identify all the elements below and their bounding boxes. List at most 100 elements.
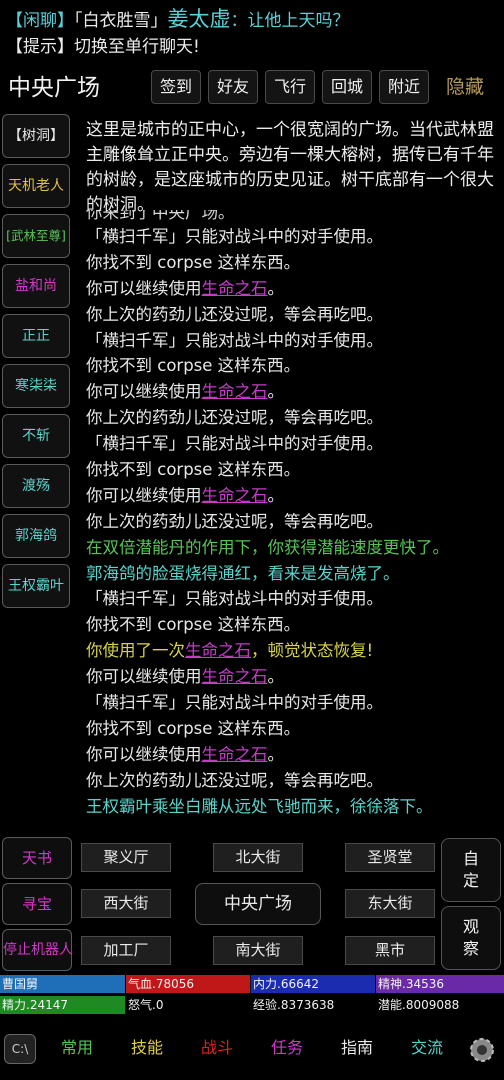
npc-button[interactable]: 寒柒柒 — [2, 364, 70, 408]
log-text: 你可以继续使用 — [86, 485, 202, 505]
custom-button[interactable]: 自 定 — [441, 838, 501, 902]
log-line: 你来到了中央广场。 — [86, 210, 235, 222]
item-link[interactable]: 生命之石 — [202, 667, 268, 686]
log-line: 你上次的药劲儿还没过呢，等会再吃吧。 — [86, 302, 500, 328]
npc-button[interactable]: 王权霸叶 — [2, 564, 70, 608]
log-text: 你找不到 corpse 这样东西。 — [86, 718, 301, 738]
log-line: 「横扫千军」只能对战斗中的对手使用。 — [86, 224, 500, 250]
exit-west[interactable]: 西大街 — [81, 889, 171, 918]
nav-skills[interactable]: 技能 — [131, 1035, 163, 1061]
log-line: 你找不到 corpse 这样东西。 — [86, 457, 500, 483]
nav-chat[interactable]: 交流 — [411, 1035, 443, 1061]
log-text-after: 。 — [267, 278, 285, 298]
checkin-button[interactable]: 签到 — [151, 70, 201, 104]
sky-book-button[interactable]: 天书 — [2, 837, 72, 879]
gear-icon[interactable] — [466, 1034, 498, 1066]
hide-button[interactable]: 隐藏 — [446, 70, 484, 104]
stat-energy: 精力.24147 — [0, 996, 125, 1014]
exit-southwest[interactable]: 加工厂 — [81, 936, 171, 965]
observe-button-line2: 察 — [462, 939, 479, 958]
exit-north[interactable]: 北大街 — [213, 843, 303, 872]
exit-northwest[interactable]: 聚义厅 — [81, 843, 171, 872]
log-text: 你使用了一次 — [86, 641, 185, 661]
message-log: 你来到了中央广场。 「横扫千军」只能对战斗中的对手使用。 你找不到 corpse 这… — [86, 210, 500, 830]
log-text: 王权霸叶乘坐白雕从远处飞驰而来，徐徐落下。 — [86, 796, 433, 816]
log-line: 王权霸叶乘坐白雕从远处飞驰而来，徐徐落下。 — [86, 794, 500, 820]
log-line: 「横扫千军」只能对战斗中的对手使用。 — [86, 586, 500, 612]
fly-button[interactable]: 飞行 — [265, 70, 315, 104]
log-line: 郭海鸽的脸蛋烧得通红，看来是发高烧了。 — [86, 561, 500, 587]
log-line: 你找不到 corpse 这样东西。 — [86, 716, 500, 742]
chat-speaker[interactable]: 姜太虚 — [168, 7, 231, 31]
stat-mana: 内力.66642 — [251, 975, 375, 993]
stat-hp: 气血.78056 — [126, 975, 250, 993]
item-link[interactable]: 生命之石 — [202, 486, 268, 505]
treasure-hunt-button[interactable]: 寻宝 — [2, 883, 72, 925]
log-text: 你上次的药劲儿还没过呢，等会再吃吧。 — [86, 511, 383, 531]
npc-button[interactable]: 不斩 — [2, 414, 70, 458]
nav-quests[interactable]: 任务 — [271, 1035, 303, 1061]
log-text-after: 。 — [267, 382, 285, 402]
log-text-after: ，顿觉状态恢复! — [251, 641, 374, 661]
custom-button-line2: 定 — [462, 871, 479, 890]
chat-line-gossip: 【闲聊】「白衣胜雪」姜太虚：让他上天吗？ — [6, 6, 350, 32]
chat-line-hint: 【提示】切换至单行聊天! — [6, 34, 200, 60]
stat-potential: 潜能.8009088 — [376, 996, 504, 1014]
chat-channel: 【闲聊】 — [6, 11, 74, 31]
log-text: 在双倍潜能丹的作用下，你获得潜能速度更快了。 — [86, 537, 449, 557]
log-line: 你找不到 corpse 这样东西。 — [86, 612, 500, 638]
log-text: 你可以继续使用 — [86, 667, 202, 687]
nearby-button[interactable]: 附近 — [379, 70, 429, 104]
room-description: 这里是城市的正中心，一个很宽阔的广场。当代武林盟主雕像耸立正中央。旁边有一棵大榕… — [86, 120, 494, 215]
exit-southeast[interactable]: 黑市 — [345, 936, 435, 965]
chat-speaker-title: 「白衣胜雪」 — [74, 11, 168, 31]
chat-text: 切换至单行聊天! — [74, 37, 200, 57]
log-line: 你找不到 corpse 这样东西。 — [86, 250, 500, 276]
npc-button[interactable]: 盐和尚 — [2, 264, 70, 308]
nav-common[interactable]: 常用 — [61, 1035, 93, 1061]
log-text: 你可以继续使用 — [86, 744, 202, 764]
log-line: 你可以继续使用生命之石。 — [86, 379, 500, 405]
item-link[interactable]: 生命之石 — [185, 641, 251, 660]
return-city-button[interactable]: 回城 — [322, 70, 372, 104]
exit-east[interactable]: 东大街 — [345, 889, 435, 918]
log-text-after: 。 — [267, 744, 285, 764]
log-text: 「横扫千军」只能对战斗中的对手使用。 — [86, 693, 383, 713]
log-line: 「横扫千军」只能对战斗中的对手使用。 — [86, 690, 500, 716]
log-line: 你可以继续使用生命之石。 — [86, 664, 500, 690]
log-text: 你找不到 corpse 这样东西。 — [86, 460, 301, 480]
chat-channel: 【提示】 — [6, 37, 74, 57]
log-line: 在双倍潜能丹的作用下，你获得潜能速度更快了。 — [86, 535, 500, 561]
log-text: 「横扫千军」只能对战斗中的对手使用。 — [86, 330, 383, 350]
item-link[interactable]: 生命之石 — [202, 279, 268, 298]
log-line: 你上次的药劲儿还没过呢，等会再吃吧。 — [86, 405, 500, 431]
log-line: 「横扫千军」只能对战斗中的对手使用。 — [86, 328, 500, 354]
npc-button[interactable]: 正正 — [2, 314, 70, 358]
npc-button[interactable]: 【树洞】 — [2, 114, 70, 158]
npc-button[interactable]: [武林至尊] — [2, 214, 70, 258]
nav-combat[interactable]: 战斗 — [201, 1035, 233, 1061]
log-line: 你可以继续使用生命之石。 — [86, 276, 500, 302]
exit-northeast[interactable]: 圣贤堂 — [345, 843, 435, 872]
exit-south[interactable]: 南大街 — [213, 936, 303, 965]
log-text: 你找不到 corpse 这样东西。 — [86, 252, 301, 272]
console-icon[interactable]: C:\ — [4, 1034, 36, 1064]
observe-button[interactable]: 观 察 — [441, 906, 501, 970]
log-line: 你可以继续使用生命之石。 — [86, 742, 500, 768]
log-text: 你上次的药劲儿还没过呢，等会再吃吧。 — [86, 408, 383, 428]
stop-robot-button[interactable]: 停止机器人 — [2, 929, 73, 971]
log-text: 「横扫千军」只能对战斗中的对手使用。 — [86, 589, 383, 609]
npc-button[interactable]: 天机老人 — [2, 164, 70, 208]
stat-name: 曹国舅 — [0, 975, 125, 993]
log-text: 你可以继续使用 — [86, 278, 202, 298]
friends-button[interactable]: 好友 — [208, 70, 258, 104]
log-line: 你可以继续使用生命之石。 — [86, 483, 500, 509]
npc-button[interactable]: 渡殇 — [2, 464, 70, 508]
npc-button[interactable]: 郭海鸽 — [2, 514, 70, 558]
exit-center[interactable]: 中央广场 — [195, 883, 321, 925]
log-text: 你可以继续使用 — [86, 382, 202, 402]
item-link[interactable]: 生命之石 — [202, 745, 268, 764]
log-text: 你找不到 corpse 这样东西。 — [86, 356, 301, 376]
item-link[interactable]: 生命之石 — [202, 382, 268, 401]
nav-guide[interactable]: 指南 — [341, 1035, 373, 1061]
